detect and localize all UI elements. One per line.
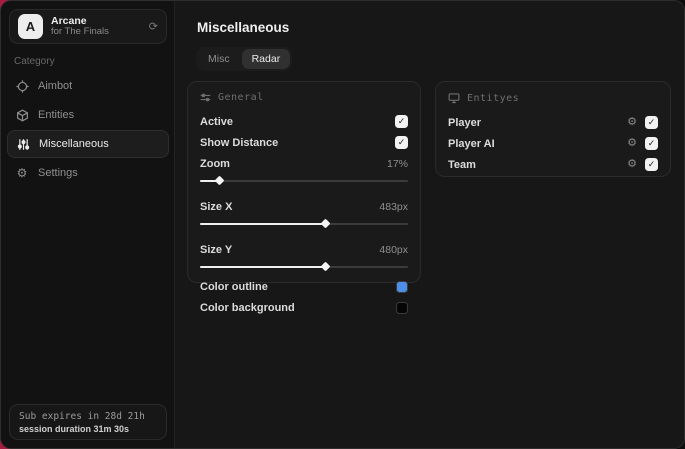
crosshair-icon: [15, 79, 29, 93]
entity-label: Player AI: [448, 137, 495, 150]
app-subtitle: for The Finals: [51, 26, 109, 38]
sidebar-item-label: Settings: [38, 167, 78, 179]
setting-label: Zoom: [200, 157, 230, 170]
sidebar-item-label: Miscellaneous: [39, 138, 109, 150]
entities-panel-title: Entityes: [467, 92, 520, 104]
entity-row-player-ai: Player AI ⚙ ✓: [448, 133, 658, 154]
page-title: Miscellaneous: [197, 20, 290, 35]
category-label: Category: [14, 56, 55, 67]
subscription-card: Sub expires in 28d 21h session duration …: [9, 404, 167, 440]
check-icon: ✓: [397, 116, 406, 126]
entities-panel-header: Entityes: [448, 92, 658, 104]
entities-panel: Entityes Player ⚙ ✓ Player AI ⚙ ✓ Team ⚙…: [435, 81, 671, 177]
sliders-icon: [16, 138, 30, 151]
setting-row-zoom: Zoom 17%: [200, 153, 408, 174]
refresh-icon[interactable]: ⟳: [149, 20, 158, 33]
player-checkbox[interactable]: ✓: [645, 116, 658, 129]
check-icon: ✓: [647, 138, 656, 148]
slider-fill: [200, 266, 325, 268]
main-content: Miscellaneous Misc Radar General Active …: [176, 1, 684, 448]
size-x-slider[interactable]: [200, 218, 408, 229]
general-panel-header: General: [200, 92, 408, 103]
sidebar-nav: Aimbot Entities Miscellaneous ⚙ Settings: [7, 72, 169, 187]
slider-fill: [200, 223, 325, 225]
brand-text: Arcane for The Finals: [51, 15, 141, 38]
general-panel-title: General: [218, 92, 264, 103]
monitor-icon: [448, 92, 460, 104]
slider-thumb[interactable]: [214, 175, 225, 186]
sidebar-item-aimbot[interactable]: Aimbot: [7, 72, 169, 100]
size-y-value: 480px: [379, 243, 408, 256]
gear-icon: ⚙: [16, 166, 28, 180]
setting-row-color-outline: Color outline: [200, 276, 408, 297]
tab-radar[interactable]: Radar: [241, 49, 291, 69]
entity-label: Player: [448, 116, 482, 129]
box-icon: [15, 109, 29, 122]
app-window: A Arcane for The Finals ⟳ Category Aimbo…: [0, 0, 685, 449]
setting-row-size-x: Size X 483px: [200, 196, 408, 217]
setting-row-size-y: Size Y 480px: [200, 239, 408, 260]
gear-icon[interactable]: ⚙: [627, 138, 637, 149]
tab-misc[interactable]: Misc: [198, 49, 240, 69]
sidebar-item-settings[interactable]: ⚙ Settings: [7, 159, 169, 187]
setting-row-active: Active ✓: [200, 111, 408, 132]
setting-label: Active: [200, 115, 234, 128]
check-icon: ✓: [397, 137, 406, 147]
slider-track: [200, 180, 408, 182]
brand-card: A Arcane for The Finals ⟳: [9, 9, 167, 44]
tab-bar: Misc Radar: [196, 47, 293, 71]
sidebar-item-miscellaneous[interactable]: Miscellaneous: [7, 130, 169, 158]
gear-icon[interactable]: ⚙: [627, 117, 637, 128]
app-logo: A: [18, 14, 43, 39]
size-y-slider[interactable]: [200, 261, 408, 272]
setting-label: Color outline: [200, 280, 268, 293]
session-duration-text: session duration 31m 30s: [19, 423, 130, 434]
entity-row-team: Team ⚙ ✓: [448, 154, 658, 175]
sidebar-item-entities[interactable]: Entities: [7, 101, 169, 129]
setting-row-color-background: Color background: [200, 297, 408, 318]
setting-label: Size Y: [200, 243, 233, 256]
entity-row-player: Player ⚙ ✓: [448, 112, 658, 133]
setting-label: Size X: [200, 200, 233, 213]
sub-expires-text: Sub expires in 28d 21h: [19, 410, 145, 422]
team-checkbox[interactable]: ✓: [645, 158, 658, 171]
general-panel: General Active ✓ Show Distance ✓ Zoom 17…: [187, 81, 421, 314]
active-checkbox[interactable]: ✓: [395, 115, 408, 128]
sidebar-item-label: Aimbot: [38, 80, 73, 92]
zoom-slider[interactable]: [200, 175, 408, 186]
gear-icon[interactable]: ⚙: [627, 159, 637, 170]
setting-label: Color background: [200, 301, 295, 314]
slider-thumb[interactable]: [320, 261, 331, 272]
zoom-value: 17%: [386, 157, 408, 170]
color-outline-swatch[interactable]: [396, 280, 408, 293]
sidebar: A Arcane for The Finals ⟳ Category Aimbo…: [1, 1, 175, 448]
check-icon: ✓: [647, 159, 656, 169]
player-ai-checkbox[interactable]: ✓: [645, 137, 658, 150]
setting-label: Show Distance: [200, 136, 279, 149]
sliders-small-icon: [200, 92, 211, 103]
sidebar-item-label: Entities: [38, 109, 75, 121]
setting-row-show-distance: Show Distance ✓: [200, 132, 408, 153]
color-background-swatch[interactable]: [396, 301, 408, 314]
size-x-value: 483px: [379, 200, 408, 213]
slider-thumb[interactable]: [320, 218, 331, 229]
check-icon: ✓: [647, 117, 656, 127]
show-distance-checkbox[interactable]: ✓: [395, 136, 408, 149]
entity-label: Team: [448, 158, 476, 171]
